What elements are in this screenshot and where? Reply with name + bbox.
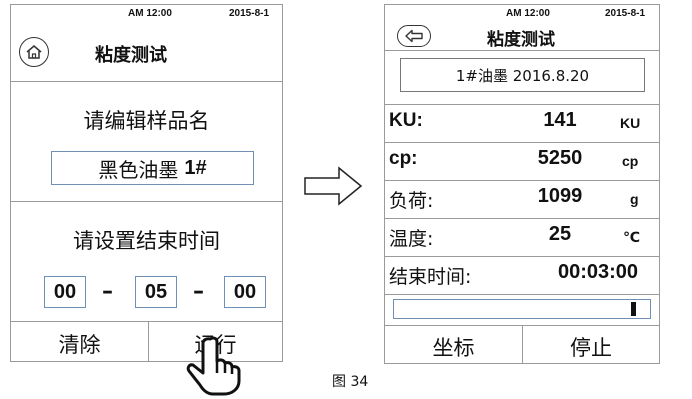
end-time-value: 00:03:00 [557, 261, 639, 283]
time-separator: – [102, 279, 113, 304]
right-screen: AM 12:00 2015-8-1 粘度测试 1#油墨 2016.8.20 KU… [384, 4, 660, 364]
progress-bar [393, 299, 651, 319]
back-arrow-icon [405, 29, 423, 43]
temperature-label: 温度: [389, 228, 434, 250]
left-screen: AM 12:00 2015-8-1 粘度测试 请编辑样品名 黑色油墨 1# 请设… [10, 4, 283, 362]
load-label: 负荷: [389, 190, 434, 212]
sample-name-display: 1#油墨 2016.8.20 [400, 58, 645, 92]
cp-unit: cp [622, 153, 639, 169]
status-date: 2015-8-1 [605, 8, 646, 19]
cp-value: 5250 [537, 147, 583, 169]
stop-button[interactable]: 停止 [523, 332, 659, 362]
right-arrow-icon [304, 166, 363, 206]
ku-value: 141 [543, 109, 577, 131]
time-separator: – [193, 279, 204, 304]
second-field[interactable]: 00 [224, 276, 266, 308]
sample-name-text: 黑色油墨 [98, 157, 179, 182]
back-button[interactable] [397, 25, 431, 47]
clear-button[interactable]: 清除 [11, 329, 148, 359]
sample-name-suffix: 1# [184, 156, 207, 179]
pointing-hand-icon [186, 336, 241, 396]
temperature-value: 25 [548, 223, 572, 245]
page-title: 粘度测试 [95, 45, 167, 66]
hour-field[interactable]: 00 [44, 276, 86, 308]
end-time-label: 结束时间: [389, 266, 472, 288]
page-title: 粘度测试 [487, 30, 555, 50]
status-time: AM 12:00 [128, 8, 172, 19]
status-time: AM 12:00 [506, 8, 550, 19]
end-time-prompt: 请设置结束时间 [73, 229, 220, 253]
load-unit: g [630, 191, 639, 207]
home-icon [26, 45, 42, 59]
temperature-unit: ℃ [623, 229, 640, 245]
load-value: 1099 [537, 185, 583, 207]
sample-name-prompt: 请编辑样品名 [83, 109, 210, 133]
ku-label: KU: [389, 110, 423, 131]
home-button[interactable] [19, 37, 49, 67]
progress-marker [631, 302, 636, 316]
status-date: 2015-8-1 [229, 8, 270, 19]
coordinate-button[interactable]: 坐标 [385, 332, 522, 362]
minute-field[interactable]: 05 [135, 276, 177, 308]
sample-name-field[interactable]: 黑色油墨 1# [51, 151, 254, 185]
ku-unit: KU [620, 115, 641, 131]
figure-caption: 图 34 [332, 374, 369, 390]
cp-label: cp: [389, 148, 418, 169]
